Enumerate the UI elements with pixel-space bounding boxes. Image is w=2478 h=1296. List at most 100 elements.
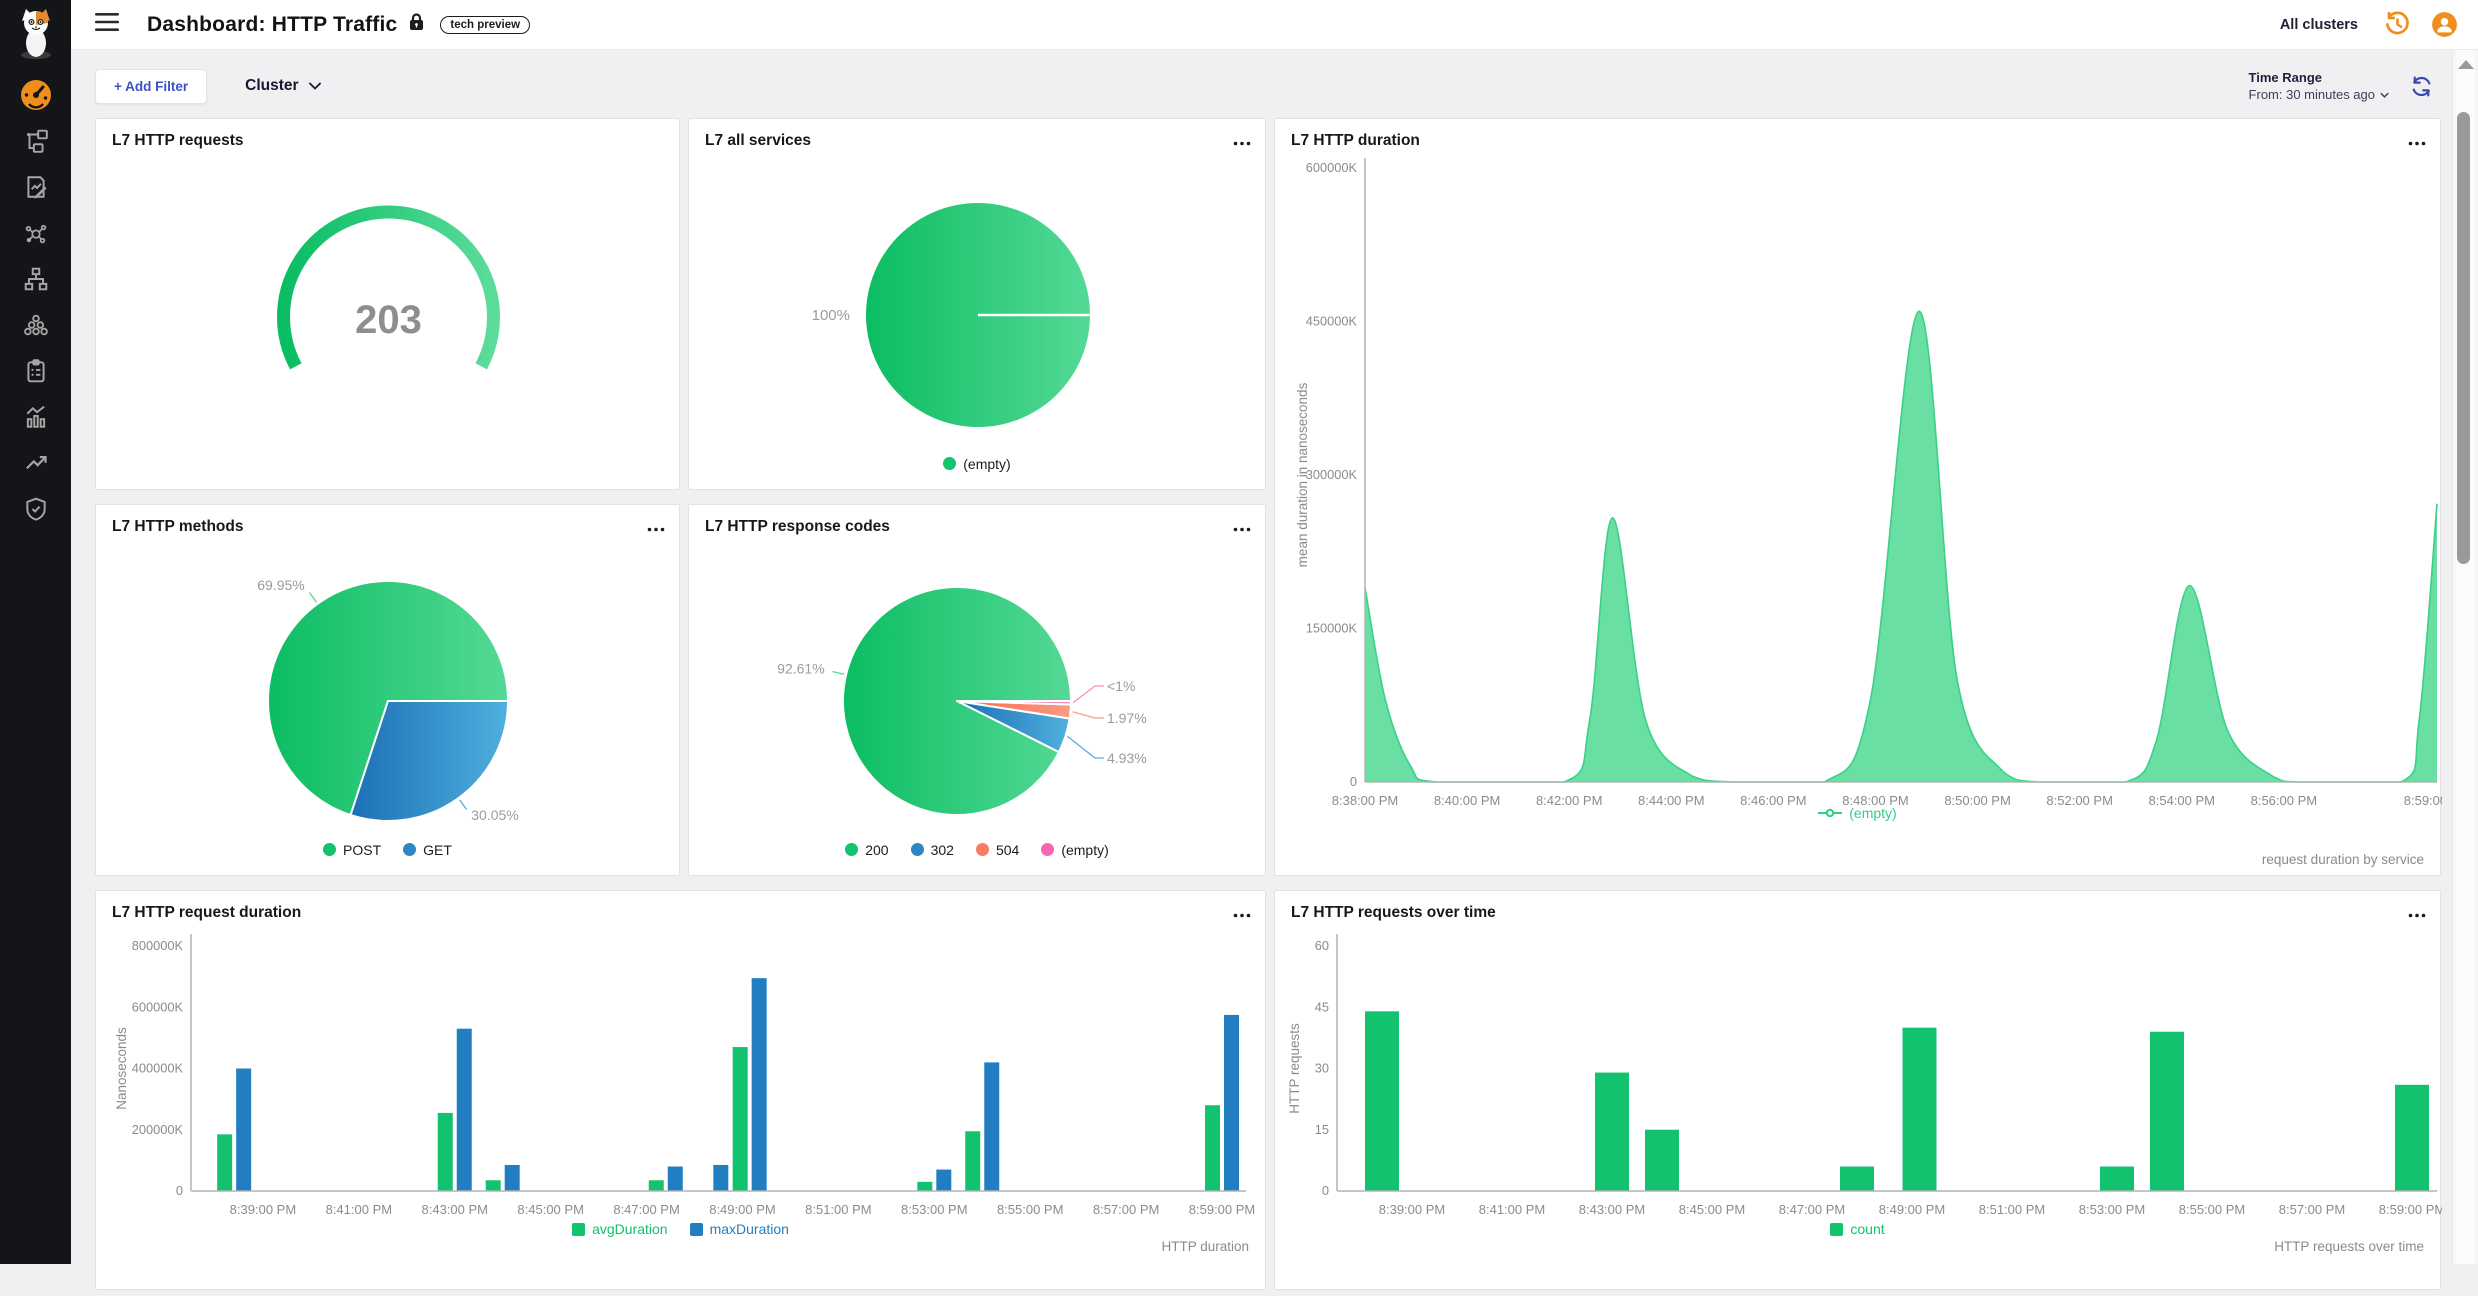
legend-item[interactable]: avgDuration bbox=[572, 1221, 668, 1237]
card-title: L7 HTTP duration bbox=[1291, 132, 1420, 150]
page-title: Dashboard: HTTP Traffic bbox=[147, 13, 397, 37]
svg-text:mean duration in nanoseconds: mean duration in nanoseconds bbox=[1295, 382, 1310, 567]
services-pie-chart: 100% bbox=[689, 119, 1265, 489]
legend-item[interactable]: (empty) bbox=[1818, 805, 1896, 821]
svg-text:8:53:00 PM: 8:53:00 PM bbox=[2079, 1202, 2146, 1217]
card-menu-icon[interactable] bbox=[1233, 905, 1251, 923]
chart-legend: 200 302 504 (empty) bbox=[689, 842, 1265, 862]
cluster-dropdown[interactable]: Cluster bbox=[245, 77, 320, 95]
sidebar-item-report-edit[interactable] bbox=[14, 164, 58, 209]
lock-icon bbox=[409, 13, 424, 36]
top-header: Dashboard: HTTP Traffic tech preview All… bbox=[71, 0, 2478, 50]
scrollbar-thumb[interactable] bbox=[2457, 112, 2470, 564]
card-l7-http-requests: L7 HTTP requests 203 bbox=[95, 118, 680, 490]
chevron-down-icon bbox=[309, 82, 321, 90]
svg-text:0: 0 bbox=[1350, 774, 1357, 789]
cluster-dropdown-label: Cluster bbox=[245, 77, 298, 95]
svg-text:69.95%: 69.95% bbox=[257, 577, 304, 593]
legend-swatch bbox=[943, 457, 956, 470]
card-title: L7 all services bbox=[705, 132, 811, 150]
svg-text:8:49:00 PM: 8:49:00 PM bbox=[1879, 1202, 1946, 1217]
all-clusters-label[interactable]: All clusters bbox=[2280, 17, 2358, 33]
svg-text:8:57:00 PM: 8:57:00 PM bbox=[2279, 1202, 2346, 1217]
cluster-circles-icon bbox=[23, 312, 49, 338]
legend-item[interactable]: (empty) bbox=[1041, 842, 1108, 858]
svg-text:Nanoseconds: Nanoseconds bbox=[114, 1027, 129, 1110]
sidebar-item-dashboard-gauge[interactable] bbox=[14, 72, 58, 117]
user-avatar[interactable] bbox=[2431, 11, 2458, 38]
svg-text:400000K: 400000K bbox=[132, 1061, 184, 1076]
sidebar-item-metrics-bars[interactable] bbox=[14, 394, 58, 439]
dashboard-grid: L7 HTTP requests 203 L7 all services 100… bbox=[95, 118, 2441, 1290]
legend-label: 504 bbox=[996, 842, 1019, 858]
card-l7-http-methods: L7 HTTP methods 69.95% 30.05% POSTGET bbox=[95, 504, 680, 876]
card-title: L7 HTTP requests bbox=[112, 132, 244, 150]
legend-item[interactable]: GET bbox=[403, 842, 452, 858]
sidebar-item-network-tree[interactable] bbox=[14, 256, 58, 301]
legend-label: GET bbox=[423, 842, 452, 858]
legend-swatch bbox=[1041, 843, 1054, 856]
app-logo-cat-icon[interactable] bbox=[0, 0, 71, 66]
sidebar bbox=[0, 0, 71, 1264]
refresh-icon[interactable] bbox=[2409, 74, 2434, 99]
legend-item[interactable]: POST bbox=[323, 842, 381, 858]
svg-text:8:51:00 PM: 8:51:00 PM bbox=[1979, 1202, 2046, 1217]
svg-text:8:53:00 PM: 8:53:00 PM bbox=[901, 1202, 968, 1217]
legend-item[interactable]: 200 bbox=[845, 842, 888, 858]
legend-label: (empty) bbox=[1849, 805, 1896, 821]
svg-text:8:39:00 PM: 8:39:00 PM bbox=[1379, 1202, 1446, 1217]
card-menu-icon[interactable] bbox=[647, 519, 665, 537]
sidebar-item-clipboard[interactable] bbox=[14, 348, 58, 393]
card-title: L7 HTTP requests over time bbox=[1291, 904, 1496, 922]
svg-text:8:57:00 PM: 8:57:00 PM bbox=[1093, 1202, 1160, 1217]
history-icon[interactable] bbox=[2384, 11, 2411, 38]
duration-area-chart: 0150000K300000K450000K600000K8:38:00 PM8… bbox=[1275, 119, 2440, 875]
gauge-chart: 203 bbox=[96, 119, 679, 489]
legend-label: (empty) bbox=[963, 456, 1010, 472]
card-menu-icon[interactable] bbox=[1233, 519, 1251, 537]
svg-text:150000K: 150000K bbox=[1306, 621, 1358, 636]
svg-text:0: 0 bbox=[176, 1183, 183, 1198]
legend-item[interactable]: (empty) bbox=[943, 456, 1010, 472]
service-map-icon bbox=[23, 220, 49, 246]
svg-text:8:45:00 PM: 8:45:00 PM bbox=[1679, 1202, 1746, 1217]
sidebar-item-cluster-circles[interactable] bbox=[14, 302, 58, 347]
card-l7-all-services: L7 all services 100% (empty) bbox=[688, 118, 1266, 490]
add-filter-button[interactable]: + Add Filter bbox=[95, 69, 207, 104]
time-range-picker[interactable]: Time Range From: 30 minutes ago bbox=[2249, 70, 2389, 102]
legend-swatch bbox=[323, 843, 336, 856]
legend-swatch bbox=[403, 843, 416, 856]
legend-item[interactable]: 504 bbox=[976, 842, 1019, 858]
time-range-value: From: 30 minutes ago bbox=[2249, 87, 2375, 102]
sidebar-item-shield-check[interactable] bbox=[14, 486, 58, 531]
sidebar-item-topology[interactable] bbox=[14, 118, 58, 163]
card-title: L7 HTTP response codes bbox=[705, 518, 890, 536]
legend-item[interactable]: count bbox=[1830, 1221, 1884, 1237]
svg-text:600000K: 600000K bbox=[1306, 160, 1358, 175]
sidebar-item-service-map[interactable] bbox=[14, 210, 58, 255]
svg-text:45: 45 bbox=[1315, 999, 1329, 1014]
response-codes-pie-chart: 92.61% 4.93% 1.97% <1% bbox=[689, 505, 1265, 875]
svg-text:8:41:00 PM: 8:41:00 PM bbox=[1479, 1202, 1546, 1217]
svg-text:HTTP requests: HTTP requests bbox=[1287, 1023, 1302, 1114]
chart-footer: HTTP requests over time bbox=[2274, 1239, 2424, 1254]
legend-swatch bbox=[1830, 1223, 1843, 1236]
legend-item[interactable]: 302 bbox=[911, 842, 954, 858]
card-l7-http-duration: L7 HTTP duration 0150000K300000K450000K6… bbox=[1274, 118, 2441, 876]
card-menu-icon[interactable] bbox=[1233, 133, 1251, 151]
chart-legend: POST GET bbox=[96, 842, 679, 862]
card-menu-icon[interactable] bbox=[2408, 133, 2426, 151]
vertical-scrollbar[interactable] bbox=[2452, 50, 2478, 1264]
legend-item[interactable]: maxDuration bbox=[690, 1221, 789, 1237]
card-menu-icon[interactable] bbox=[2408, 905, 2426, 923]
sidebar-item-trend-arrow[interactable] bbox=[14, 440, 58, 485]
svg-text:8:41:00 PM: 8:41:00 PM bbox=[326, 1202, 393, 1217]
svg-text:8:43:00 PM: 8:43:00 PM bbox=[422, 1202, 489, 1217]
hamburger-menu-icon[interactable] bbox=[95, 12, 119, 37]
legend-swatch bbox=[976, 843, 989, 856]
chart-footer: request duration by service bbox=[2262, 852, 2424, 867]
topology-icon bbox=[23, 128, 49, 154]
scrollbar-up-arrow-icon[interactable] bbox=[2458, 60, 2474, 69]
metrics-bars-icon bbox=[23, 404, 49, 430]
svg-text:60: 60 bbox=[1315, 938, 1329, 953]
